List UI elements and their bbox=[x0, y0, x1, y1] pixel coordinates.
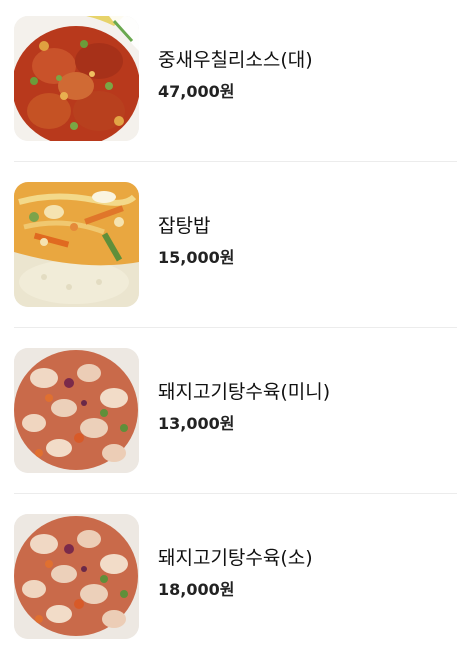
menu-item-name: 잡탕밥 bbox=[158, 215, 211, 237]
food-thumbnail bbox=[14, 514, 139, 639]
menu-item-name: 중새우칠리소스(대) bbox=[158, 49, 313, 71]
food-thumbnail bbox=[14, 348, 139, 473]
menu-item-price: 15,000원 bbox=[158, 248, 235, 267]
sweet-sour-pork-photo bbox=[14, 514, 139, 639]
menu-item-name: 돼지고기탕수육(소) bbox=[158, 547, 313, 569]
menu-item-price: 47,000원 bbox=[158, 82, 235, 101]
food-thumbnail bbox=[14, 16, 139, 141]
japtang-rice-photo bbox=[14, 182, 139, 307]
menu-list: 중새우칠리소스(대) 47,000원 잡탕밥 15,000원 돼지고기탕수육(미… bbox=[0, 0, 471, 650]
food-thumbnail bbox=[14, 182, 139, 307]
menu-item[interactable]: 잡탕밥 15,000원 bbox=[0, 162, 471, 328]
menu-item[interactable]: 중새우칠리소스(대) 47,000원 bbox=[0, 0, 471, 162]
menu-item-price: 13,000원 bbox=[158, 414, 235, 433]
sweet-sour-pork-photo bbox=[14, 348, 139, 473]
chili-shrimp-photo bbox=[14, 16, 139, 141]
menu-item[interactable]: 돼지고기탕수육(소) 18,000원 bbox=[0, 494, 471, 660]
menu-item[interactable]: 돼지고기탕수육(미니) 13,000원 bbox=[0, 328, 471, 494]
menu-item-name: 돼지고기탕수육(미니) bbox=[158, 381, 331, 403]
menu-item-price: 18,000원 bbox=[158, 580, 235, 599]
